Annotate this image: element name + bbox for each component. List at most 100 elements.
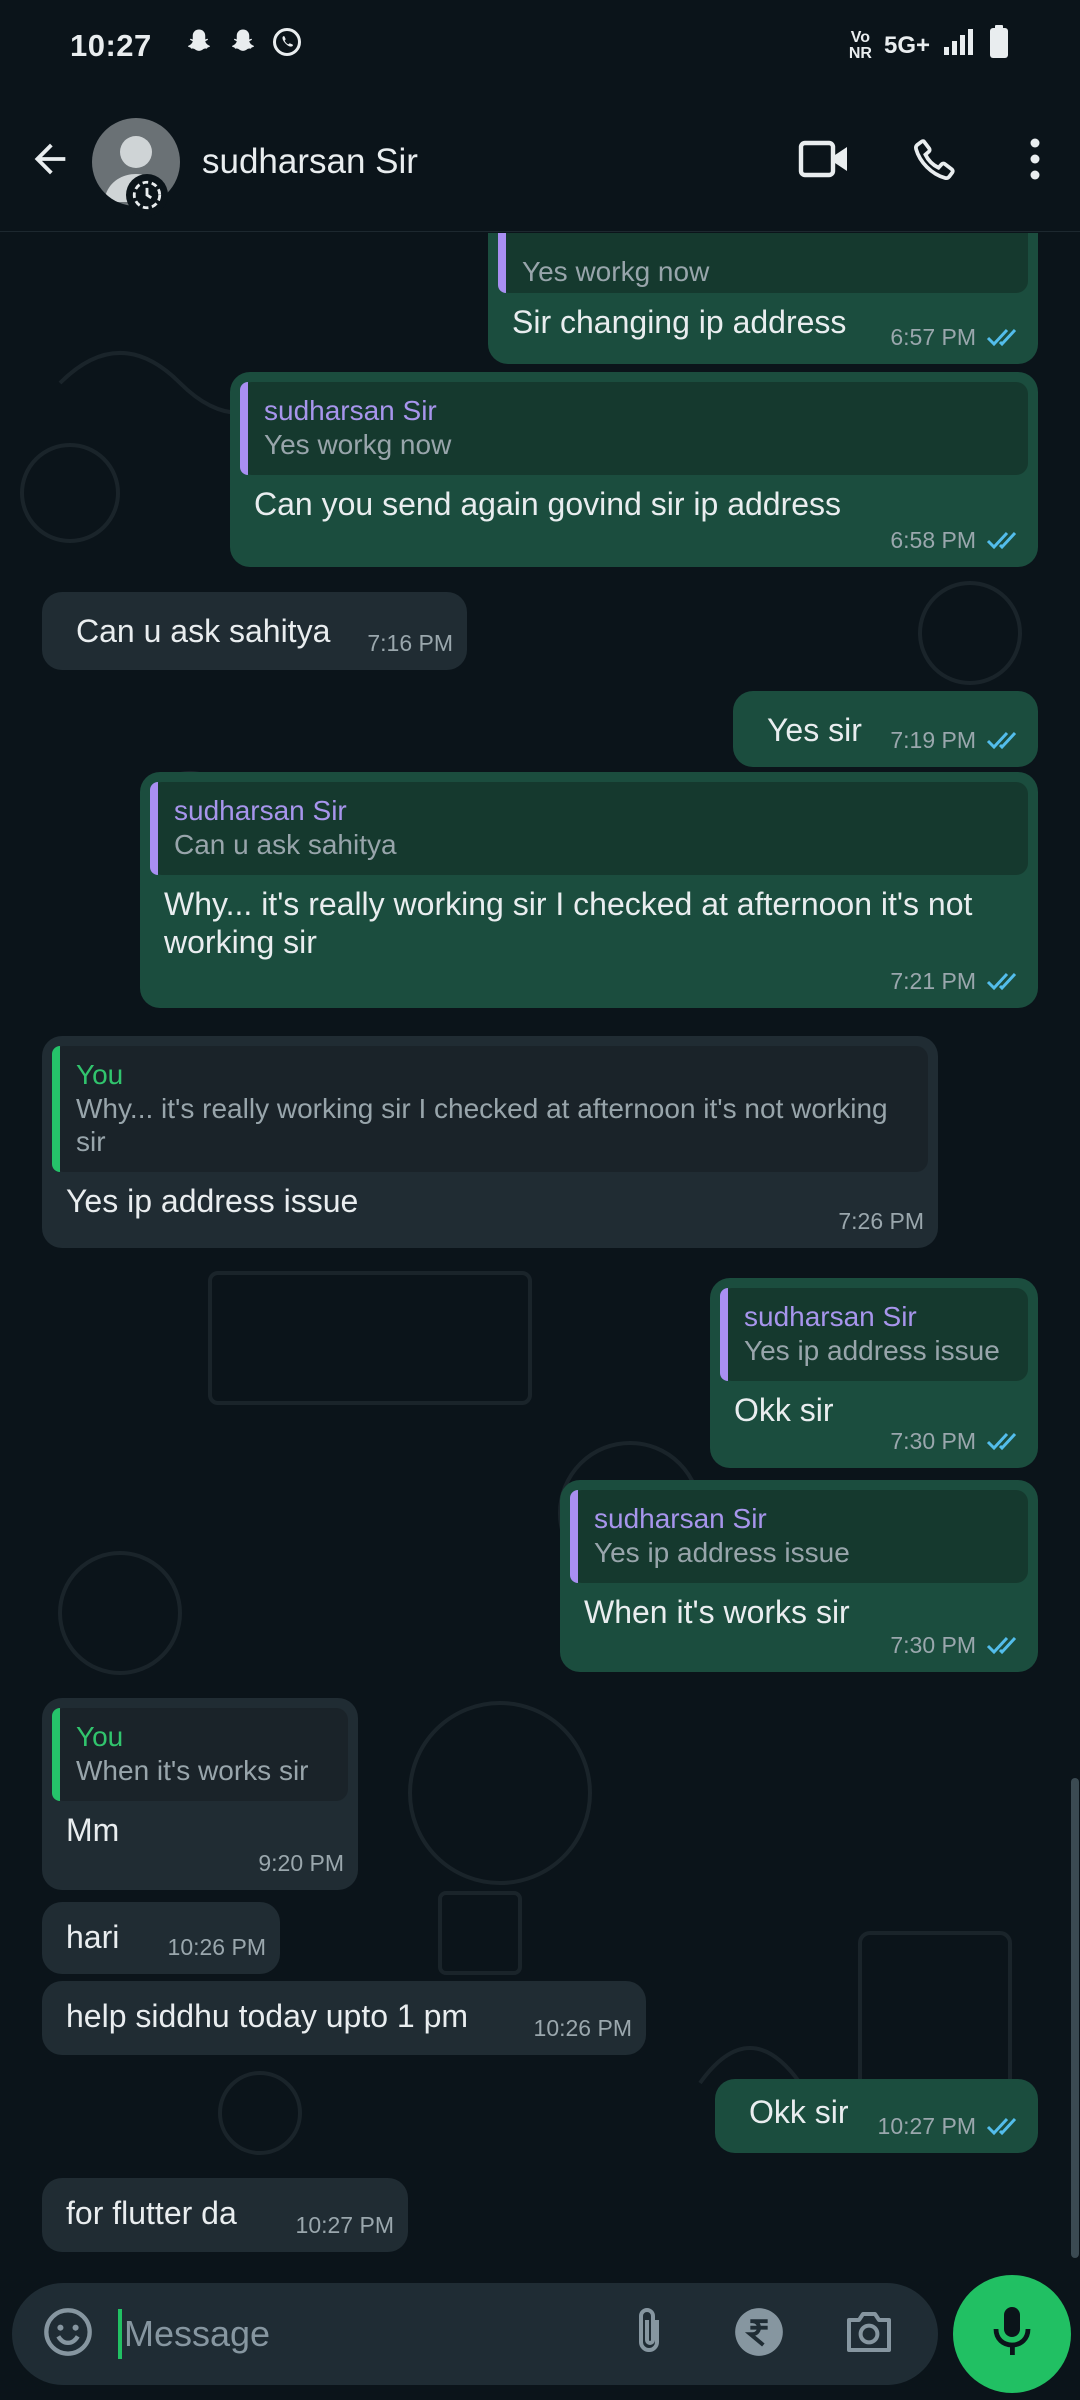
message-time: 10:26 PM [533,2015,632,2041]
double-check-icon [986,1633,1024,1657]
double-check-icon [986,1429,1024,1453]
quoted-message[interactable]: sudharsan Sir Yes workg now [240,382,1028,475]
message-bubble-incoming[interactable]: You Why... it's really working sir I che… [42,1036,938,1248]
message-time: 7:19 PM [890,727,976,753]
message-time: 7:21 PM [890,968,976,994]
network-type: 5G+ [883,32,930,59]
video-call-button[interactable] [770,107,880,217]
snapchat-icon [228,27,258,65]
message-bubble-outgoing[interactable]: sudharsan Sir Can u ask sahitya Why... i… [140,772,1038,1008]
chat-area[interactable]: Yes workg now Sir changing ip address 6:… [0,233,1080,2268]
status-bar: 10:27 Vo NR 5G+ [0,0,1080,92]
double-check-icon [986,325,1024,349]
voice-call-button[interactable] [880,107,990,217]
quote-text: Can u ask sahitya [174,829,397,860]
back-arrow-icon [27,136,73,187]
status-time: 10:27 [70,28,152,63]
message-time: 7:30 PM [890,1632,976,1658]
snapchat-icon [184,27,214,65]
message-meta: 7:30 PM [890,1422,1024,1460]
quote-author: sudharsan Sir [594,1503,767,1534]
quote-text: Yes workg now [264,429,452,460]
message-meta: 6:57 PM [890,318,1024,356]
message-meta: 7:19 PM [890,721,1024,759]
voice-call-icon [910,134,960,189]
double-check-icon [986,2114,1024,2138]
message-bubble-outgoing[interactable]: sudharsan Sir Yes workg now Can you send… [230,372,1038,567]
message-meta: 10:27 PM [296,2206,394,2244]
attach-icon [629,2306,669,2363]
camera-icon [843,2309,895,2360]
more-options-button[interactable] [990,107,1080,217]
message-time: 7:16 PM [367,630,453,656]
message-meta: 7:16 PM [367,624,453,662]
message-time: 9:20 PM [258,1850,344,1876]
message-meta: 10:26 PM [534,2009,632,2047]
more-vert-icon [1029,137,1041,186]
payment-button[interactable] [704,2284,814,2384]
mic-icon [992,2305,1032,2364]
message-bubble-incoming[interactable]: You When it's works sir Mm 9:20 PM [42,1698,358,1890]
message-time: 10:26 PM [167,1934,266,1960]
message-text: Yes ip address issue [66,1183,359,1219]
message-meta: 10:27 PM [878,2107,1024,2145]
quote-author: You [76,1721,124,1752]
quote-author: sudharsan Sir [174,795,347,826]
quote-text: Why... it's really working sir I checked… [76,1093,888,1157]
message-time: 6:57 PM [890,324,976,350]
message-meta: 7:26 PM [838,1202,924,1240]
scrollbar[interactable] [1071,1778,1079,2258]
quote-text: When it's works sir [76,1755,309,1786]
double-check-icon [986,969,1024,993]
emoji-button[interactable] [18,2284,118,2384]
text-cursor [118,2309,122,2359]
message-time: 7:26 PM [838,1208,924,1234]
double-check-icon [986,728,1024,752]
signal-icon [942,27,976,65]
message-text: Can you send again govind sir ip address [254,486,842,522]
message-bubble-outgoing[interactable]: Yes workg now Sir changing ip address 6:… [488,233,1038,364]
quote-author: sudharsan Sir [744,1301,917,1332]
camera-button[interactable] [814,2284,924,2384]
status-ring-icon [126,174,168,216]
volte-indicator: Vo NR [848,29,872,62]
message-time: 6:58 PM [890,527,976,553]
message-time: 10:27 PM [877,2113,976,2139]
quoted-message[interactable]: You Why... it's really working sir I che… [52,1046,928,1172]
attach-button[interactable] [594,2284,704,2384]
message-bubble-outgoing[interactable]: sudharsan Sir Yes ip address issue Okk s… [710,1278,1038,1468]
message-bubble-incoming[interactable]: Can u ask sahitya 7:16 PM [42,592,467,670]
message-bubble-incoming[interactable]: help siddhu today upto 1 pm 10:26 PM [42,1981,646,2055]
quote-text: Yes ip address issue [744,1335,1000,1366]
quote-text: Yes ip address issue [594,1537,850,1568]
quoted-message[interactable]: sudharsan Sir Yes ip address issue [570,1490,1028,1583]
message-bubble-outgoing[interactable]: sudharsan Sir Yes ip address issue When … [560,1480,1038,1672]
message-meta: 7:21 PM [890,962,1024,1000]
message-composer [12,2283,938,2385]
message-bubble-incoming[interactable]: for flutter da 10:27 PM [42,2178,408,2252]
quote-author: You [76,1059,124,1090]
quoted-message[interactable]: You When it's works sir [52,1708,348,1801]
quoted-message[interactable]: sudharsan Sir Can u ask sahitya [150,782,1028,875]
message-meta: 9:20 PM [258,1844,344,1882]
rupee-payment-icon [733,2306,785,2363]
contact-name[interactable]: sudharsan Sir [202,142,418,182]
message-bubble-outgoing[interactable]: Okk sir 10:27 PM [715,2079,1038,2153]
message-meta: 6:58 PM [890,521,1024,559]
double-check-icon [986,528,1024,552]
quoted-message[interactable]: Yes workg now [498,233,1028,293]
message-meta: 7:30 PM [890,1626,1024,1664]
video-call-icon [797,137,853,186]
message-input[interactable] [124,2313,594,2355]
message-meta: 10:26 PM [168,1928,266,1966]
message-time: 7:30 PM [890,1428,976,1454]
battery-icon [988,25,1010,67]
message-bubble-incoming[interactable]: hari 10:26 PM [42,1902,280,1974]
message-time: 10:27 PM [295,2212,394,2238]
message-text: Why... it's really working sir I checked… [164,886,973,960]
voice-message-button[interactable] [953,2275,1071,2393]
back-button[interactable] [10,122,90,202]
quoted-message[interactable]: sudharsan Sir Yes ip address issue [720,1288,1028,1381]
message-bubble-outgoing[interactable]: Yes sir 7:19 PM [733,691,1038,767]
emoji-icon [42,2306,94,2363]
